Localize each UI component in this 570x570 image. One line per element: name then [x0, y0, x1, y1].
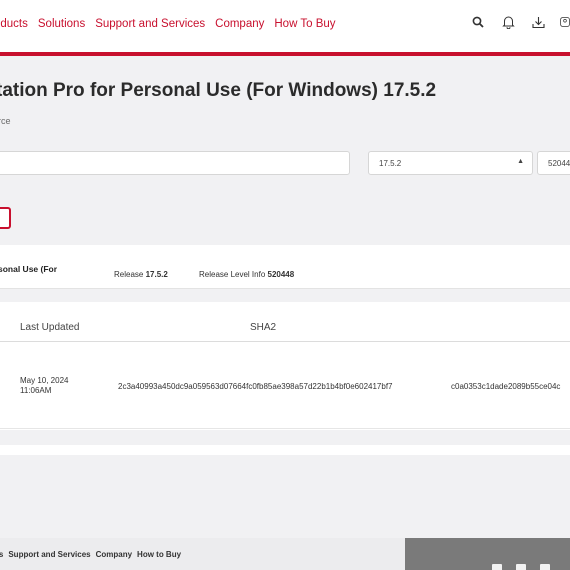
brand-accent-bar — [0, 52, 570, 56]
product-name: sonal Use (For — [0, 264, 58, 274]
footer-link-support[interactable]: Support and Services — [8, 550, 90, 559]
footer-links: ns Support and Services Company How to B… — [0, 550, 181, 559]
table-row: May 10, 2024 11:06AM 2c3a40993a450dc9a05… — [0, 343, 570, 429]
footer-link-solutions[interactable]: ns — [0, 550, 3, 559]
cell-last-updated: May 10, 2024 11:06AM — [20, 376, 69, 395]
filter-chip[interactable]: ) — [0, 207, 11, 229]
bell-icon[interactable] — [500, 14, 516, 30]
version-select[interactable]: 17.5.2 ▲︎ — [368, 151, 533, 175]
release-level-label: Release Level Info — [199, 270, 266, 279]
youtube-icon[interactable] — [540, 564, 550, 570]
sort-caret-icon: ▲︎ — [517, 158, 524, 165]
search-icon[interactable] — [470, 14, 486, 30]
nav-links: oducts Solutions Support and Services Co… — [0, 18, 336, 30]
release-label: Release — [114, 270, 144, 279]
cell-checksum: c0a0353c1dade2089b55ce04c — [451, 382, 561, 391]
build-select-value: 52044 — [548, 159, 570, 168]
nav-link-solutions[interactable]: Solutions — [38, 18, 85, 30]
release-value: 17.5.2 — [145, 270, 168, 279]
files-table: Last Updated SHA2 May 10, 2024 11:06AM 2… — [0, 302, 570, 430]
nav-link-products[interactable]: oducts — [0, 18, 28, 30]
header-sha2: SHA2 — [250, 322, 277, 333]
top-navigation: oducts Solutions Support and Services Co… — [0, 0, 570, 52]
release-info: Release 17.5.2 — [114, 270, 168, 279]
search-input[interactable] — [0, 151, 350, 175]
social-links — [492, 564, 550, 570]
content-card — [0, 445, 570, 455]
nav-link-support[interactable]: Support and Services — [95, 18, 205, 30]
page-title: tation Pro for Personal Use (For Windows… — [0, 80, 437, 101]
footer-link-company[interactable]: Company — [96, 550, 132, 559]
version-select-value: 17.5.2 — [379, 159, 402, 168]
release-level-value: 520448 — [267, 270, 295, 279]
nav-icons — [470, 14, 570, 30]
twitter-icon[interactable] — [516, 564, 526, 570]
footer-link-how-to-buy[interactable]: How to Buy — [137, 550, 181, 559]
cell-sha2: 2c3a40993a450dc9a059563d07664fc0fb85ae39… — [118, 382, 393, 391]
user-icon[interactable] — [560, 14, 570, 30]
nav-link-how-to-buy[interactable]: How To Buy — [274, 18, 335, 30]
release-level-info: Release Level Info 520448 — [199, 270, 294, 279]
nav-link-company[interactable]: Company — [215, 18, 264, 30]
header-last-updated: Last Updated — [20, 322, 80, 333]
linkedin-icon[interactable] — [492, 564, 502, 570]
table-header: Last Updated SHA2 — [0, 302, 570, 342]
build-select[interactable]: 52044 — [537, 151, 570, 175]
product-info-card: sonal Use (For Release 17.5.2 Release Le… — [0, 245, 570, 289]
page-subtitle: rce — [0, 116, 11, 126]
download-icon[interactable] — [530, 14, 546, 30]
